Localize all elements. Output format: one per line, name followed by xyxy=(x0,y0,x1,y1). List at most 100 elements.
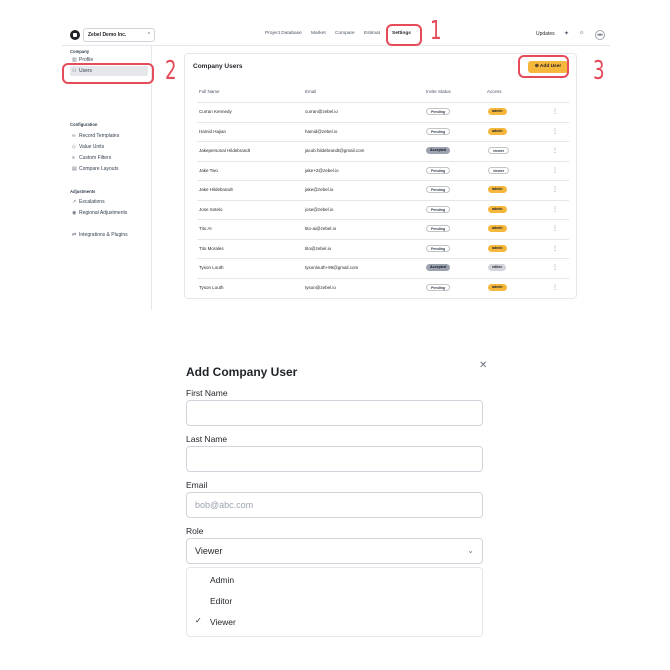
sidebar-item-label: Escalations xyxy=(79,199,105,205)
access-badge: admin xyxy=(488,127,507,135)
access-badge: viewer xyxy=(488,147,510,154)
access-badge: admin xyxy=(488,205,507,213)
more-vertical-icon[interactable]: ⋮ xyxy=(552,108,558,115)
status-badge: Pending xyxy=(426,127,451,135)
page-title: Company Users xyxy=(193,63,243,70)
list-icon: ≡ xyxy=(72,155,75,161)
table-row[interactable]: Jakepersonal Hildebrandt jacob.hildebrand… xyxy=(197,141,569,161)
role-option-viewer[interactable]: Viewer xyxy=(210,617,236,627)
annotation-number: 2 xyxy=(165,56,177,86)
user-full-name: Jake Hildebrandt xyxy=(199,187,233,192)
column-header-access[interactable]: Access xyxy=(487,89,502,94)
sidebar-item-label: Integrations & Plugins xyxy=(79,232,128,238)
top-navigation-bar: Zebel Demo Inc. ⌃ Project Database Marke… xyxy=(62,24,610,46)
sparkle-icon[interactable]: ✦ xyxy=(564,30,569,37)
first-name-label: First Name xyxy=(186,388,228,398)
sidebar-item-label: Custom Filters xyxy=(79,155,112,161)
role-option-admin[interactable]: Admin xyxy=(210,575,234,585)
sidebar-item-record-templates[interactable]: ∞ Record Templates xyxy=(70,131,148,141)
status-badge: Pending xyxy=(426,166,451,174)
organization-name: Zebel Demo Inc. xyxy=(88,32,127,38)
add-company-user-modal: Add Company User ✕ First Name Last Name … xyxy=(186,360,487,660)
access-badge: admin xyxy=(488,244,507,252)
role-dropdown-menu: Admin Editor ✓ Viewer xyxy=(186,567,483,637)
sidebar-item-label: Regional Adjustments xyxy=(79,210,128,216)
sidebar-item-regional-adjustments[interactable]: ◉ Regional Adjustments xyxy=(70,208,148,218)
user-email: jose@zebel.io xyxy=(305,206,334,212)
table-row[interactable]: Jake Hildebrandt jake@zebel.io Pending admi… xyxy=(197,180,569,200)
role-select[interactable]: Viewer ⌄ xyxy=(186,538,483,564)
last-name-label: Last Name xyxy=(186,434,228,444)
tag-icon: ◇ xyxy=(72,144,76,150)
close-icon[interactable]: ✕ xyxy=(479,360,487,371)
table-row[interactable]: Curran Kennedy curran@zebel.io Pending admi… xyxy=(197,102,569,122)
annotation-highlight-settings xyxy=(386,24,422,46)
first-name-field[interactable] xyxy=(186,400,483,426)
layout-icon: ▤ xyxy=(72,166,77,172)
sidebar-item-escalations[interactable]: ↗ Escalations xyxy=(70,197,148,207)
sidebar-heading-company: Company xyxy=(70,49,90,54)
table-row[interactable]: Tyson Louth tysonlouth+99@gmail.com Accept… xyxy=(197,258,569,278)
user-full-name: Jake Two xyxy=(199,167,218,173)
user-email: tito-ai@zebel.io xyxy=(305,226,337,231)
modal-title: Add Company User xyxy=(186,365,298,379)
user-full-name: Hamid Hajian xyxy=(199,128,227,134)
access-badge: editor xyxy=(488,264,506,271)
user-full-name: Jose Sotelo xyxy=(199,206,223,212)
table-row[interactable]: Tito AI tito-ai@zebel.io Pending admin ⋮ xyxy=(197,219,569,239)
more-vertical-icon[interactable]: ⋮ xyxy=(552,128,558,135)
table-row[interactable]: Tyson Louth tyson@zebel.io Pending admin ⋮ xyxy=(197,277,569,298)
nav-market[interactable]: Market xyxy=(311,31,326,36)
column-header-full-name[interactable]: Full Name xyxy=(199,89,220,94)
pin-icon: ◉ xyxy=(72,210,77,216)
annotation-number: 3 xyxy=(593,56,605,86)
nav-project-database[interactable]: Project Database xyxy=(265,31,302,36)
user-full-name: Tito AI xyxy=(199,226,212,231)
swap-icon: ⇄ xyxy=(72,232,77,238)
last-name-field[interactable] xyxy=(186,446,483,472)
nav-estimates[interactable]: Estimat xyxy=(364,31,380,36)
more-vertical-icon[interactable]: ⋮ xyxy=(552,147,558,154)
access-badge: admin xyxy=(488,186,507,193)
user-full-name: Curran Kennedy xyxy=(199,109,232,114)
more-vertical-icon[interactable]: ⋮ xyxy=(552,167,558,174)
more-vertical-icon[interactable]: ⋮ xyxy=(552,206,558,213)
email-field[interactable]: bob@abc.com xyxy=(186,492,483,518)
sidebar-heading-adjustments: Adjustments xyxy=(70,189,96,194)
user-email: hamid@zebel.io xyxy=(305,128,338,134)
column-header-invite-status[interactable]: Invite Status xyxy=(426,89,451,94)
annotation-number: 1 xyxy=(430,16,442,46)
column-header-email[interactable]: Email xyxy=(305,89,316,94)
settings-sidebar: Company ▥ Profile ⚇ Users Configuration ∞ R… xyxy=(62,46,152,310)
user-email: tysonlouth+99@gmail.com xyxy=(305,265,359,270)
sidebar-item-label: Record Templates xyxy=(79,133,120,139)
updates-link[interactable]: Updates xyxy=(536,31,555,37)
table-row[interactable]: Hamid Hajian hamid@zebel.io Pending admin ⋮ xyxy=(197,121,569,142)
more-vertical-icon[interactable]: ⋮ xyxy=(552,186,558,193)
nav-compare[interactable]: Compare xyxy=(335,31,355,36)
organization-selector[interactable]: Zebel Demo Inc. ⌃ xyxy=(83,28,155,42)
zebel-logo-icon xyxy=(70,30,80,40)
sidebar-item-value-units[interactable]: ◇ Value Units xyxy=(70,142,148,152)
role-option-editor[interactable]: Editor xyxy=(210,596,232,606)
more-vertical-icon[interactable]: ⋮ xyxy=(552,245,558,252)
access-badge: admin xyxy=(488,108,507,115)
table-row[interactable]: Tito Morales tito@zebel.io Pending admin ⋮ xyxy=(197,238,569,259)
user-email: jake@zebel.io xyxy=(305,187,334,192)
more-vertical-icon[interactable]: ⋮ xyxy=(552,264,558,271)
annotation-highlight-add-user xyxy=(518,55,569,78)
user-full-name: Tyson Louth xyxy=(199,284,224,290)
sidebar-item-integrations[interactable]: ⇄ Integrations & Plugins xyxy=(70,230,148,240)
sidebar-item-compare-layouts[interactable]: ▤ Compare Layouts xyxy=(70,164,148,174)
status-badge: Accepted xyxy=(426,147,451,154)
link-icon: ∞ xyxy=(72,133,76,139)
sidebar-item-label: Value Units xyxy=(79,144,105,150)
more-vertical-icon[interactable]: ⋮ xyxy=(552,284,558,291)
more-vertical-icon[interactable]: ⋮ xyxy=(552,225,558,232)
avatar[interactable]: HH xyxy=(595,30,605,40)
table-row[interactable]: Jake Two jake+2@zebel.io Pending viewer ⋮ xyxy=(197,160,569,181)
table-row[interactable]: Jose Sotelo jose@zebel.io Pending admin ⋮ xyxy=(197,199,569,220)
user-email: tito@zebel.io xyxy=(305,245,332,251)
sun-icon[interactable]: ☼ xyxy=(579,30,585,36)
sidebar-item-custom-filters[interactable]: ≡ Custom Filters xyxy=(70,153,148,163)
